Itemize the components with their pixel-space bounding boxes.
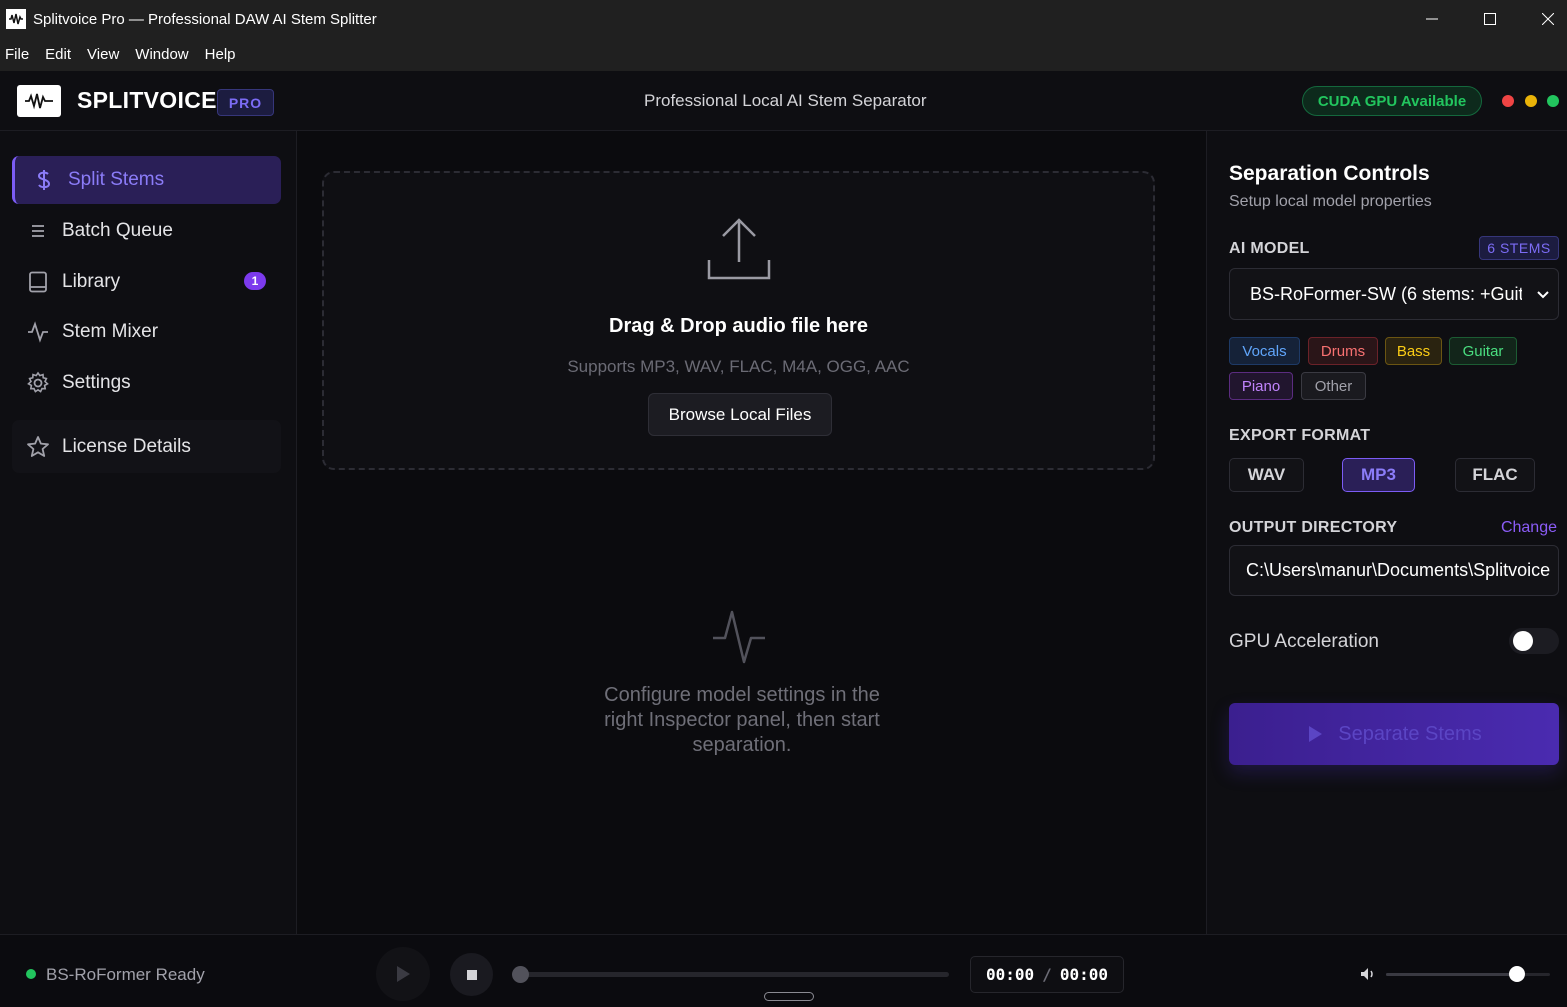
sidebar-item-stem-mixer[interactable]: Stem Mixer: [12, 308, 281, 356]
header-subtitle: Professional Local AI Stem Separator: [644, 91, 927, 110]
output-directory-field[interactable]: C:\Users\manur\Documents\Splitvoice: [1229, 545, 1559, 596]
activity-icon: [26, 320, 50, 344]
dropzone-title: Drag & Drop audio file here: [609, 315, 868, 337]
brand-name: SPLITVOICE: [77, 87, 217, 113]
menu-view[interactable]: View: [87, 46, 119, 63]
sidebar-item-license[interactable]: License Details: [12, 420, 281, 473]
seek-bar[interactable]: [512, 966, 949, 983]
seek-thumb[interactable]: [512, 966, 529, 983]
stem-chip-drums: Drums: [1308, 337, 1378, 365]
ready-indicator: [26, 969, 36, 979]
book-icon: [26, 270, 50, 294]
library-count-badge: 1: [244, 272, 266, 290]
output-directory-label: OUTPUT DIRECTORY: [1229, 519, 1398, 536]
browse-files-button[interactable]: Browse Local Files: [648, 393, 832, 436]
app-icon: [6, 9, 26, 29]
format-wav-button[interactable]: WAV: [1229, 458, 1304, 492]
drop-zone[interactable]: Drag & Drop audio file here Supports MP3…: [322, 171, 1155, 470]
list-icon: [26, 219, 50, 243]
sidebar: Split Stems Batch Queue Library 1 Stem M…: [0, 131, 297, 934]
time-separator: /: [1042, 965, 1052, 984]
ai-model-label: AI MODEL: [1229, 240, 1310, 257]
minimize-icon[interactable]: [1403, 0, 1461, 38]
menu-bar: File Edit View Window Help: [0, 38, 1567, 71]
sidebar-item-settings[interactable]: Settings: [12, 359, 281, 407]
status-dot-green: [1547, 95, 1559, 107]
gear-icon: [26, 371, 50, 395]
menu-window[interactable]: Window: [135, 46, 188, 63]
main-panel: Drag & Drop audio file here Supports MP3…: [297, 131, 1206, 934]
window-title: Splitvoice Pro — Professional DAW AI Ste…: [33, 10, 377, 28]
model-select-value: BS-RoFormer-SW (6 stems: +Guitar, Piano): [1250, 283, 1522, 304]
resize-grip[interactable]: [764, 992, 814, 1001]
chevron-down-icon: [1536, 283, 1550, 312]
sidebar-item-label: Library: [62, 271, 121, 292]
app-header: SPLITVOICE PRO Professional Local AI Ste…: [0, 71, 1567, 131]
sidebar-item-label: License Details: [62, 435, 191, 457]
gpu-acceleration-label: GPU Acceleration: [1229, 631, 1379, 652]
star-icon: [26, 435, 50, 459]
sidebar-item-label: Batch Queue: [62, 220, 173, 241]
inspector-subtitle: Setup local model properties: [1229, 193, 1432, 210]
engine-status: BS-RoFormer Ready: [46, 965, 205, 984]
play-icon: [1309, 726, 1323, 742]
volume-thumb[interactable]: [1509, 966, 1526, 982]
play-button[interactable]: [376, 947, 430, 1001]
sidebar-item-label: Split Stems: [68, 169, 165, 190]
stems-count-badge: 6 STEMS: [1479, 236, 1559, 260]
transport-bar: BS-RoFormer Ready 00:00 / 00:00: [0, 934, 1567, 1007]
time-display: 00:00 / 00:00: [970, 956, 1124, 993]
inspector-title: Separation Controls: [1229, 162, 1430, 185]
sidebar-item-label: Stem Mixer: [62, 321, 159, 342]
volume-fill: [1386, 973, 1518, 976]
export-format-label: EXPORT FORMAT: [1229, 427, 1371, 444]
model-select[interactable]: BS-RoFormer-SW (6 stems: +Guitar, Piano): [1229, 268, 1559, 320]
separate-stems-label: Separate Stems: [1338, 722, 1482, 745]
inspector-panel: Separation Controls Setup local model pr…: [1206, 131, 1567, 934]
stem-chip-guitar: Guitar: [1449, 337, 1517, 365]
sidebar-item-library[interactable]: Library 1: [12, 258, 281, 306]
stop-button[interactable]: [450, 953, 493, 996]
volume-icon[interactable]: [1360, 967, 1376, 986]
status-dot-red: [1502, 95, 1514, 107]
sidebar-item-label: Settings: [62, 372, 131, 393]
format-flac-button[interactable]: FLAC: [1455, 458, 1535, 492]
stem-chip-bass: Bass: [1385, 337, 1442, 365]
sidebar-item-batch-queue[interactable]: Batch Queue: [12, 207, 281, 255]
stop-icon: [466, 969, 477, 980]
dollar-icon: [32, 168, 56, 192]
waveform-icon: [711, 608, 767, 671]
dropzone-formats: Supports MP3, WAV, FLAC, M4A, OGG, AAC: [567, 357, 910, 376]
tier-badge: PRO: [217, 89, 274, 116]
play-icon: [397, 966, 410, 982]
volume-slider[interactable]: [1386, 966, 1550, 982]
sidebar-item-split-stems[interactable]: Split Stems: [12, 156, 281, 204]
time-total: 00:00: [1059, 965, 1108, 984]
menu-edit[interactable]: Edit: [45, 46, 71, 63]
upload-icon: [705, 216, 773, 287]
gpu-status-badge: CUDA GPU Available: [1302, 86, 1482, 116]
time-current: 00:00: [986, 965, 1035, 984]
maximize-icon[interactable]: [1461, 0, 1519, 38]
menu-file[interactable]: File: [5, 46, 29, 63]
output-directory-value: C:\Users\manur\Documents\Splitvoice: [1246, 560, 1551, 580]
close-icon[interactable]: [1519, 0, 1567, 38]
separate-stems-button[interactable]: Separate Stems: [1229, 703, 1559, 765]
toggle-knob: [1513, 631, 1533, 651]
gpu-acceleration-toggle[interactable]: [1509, 628, 1559, 654]
status-dot-yellow: [1525, 95, 1537, 107]
empty-state-text: Configure model settings in the right In…: [604, 684, 880, 756]
format-mp3-button[interactable]: MP3: [1342, 458, 1415, 492]
stem-chip-vocals: Vocals: [1229, 337, 1300, 365]
stem-chip-other: Other: [1301, 372, 1366, 400]
logo-icon: [17, 85, 61, 117]
menu-help[interactable]: Help: [205, 46, 236, 63]
window-titlebar: Splitvoice Pro — Professional DAW AI Ste…: [0, 0, 1567, 38]
change-directory-link[interactable]: Change: [1501, 519, 1557, 537]
stem-chip-piano: Piano: [1229, 372, 1293, 400]
